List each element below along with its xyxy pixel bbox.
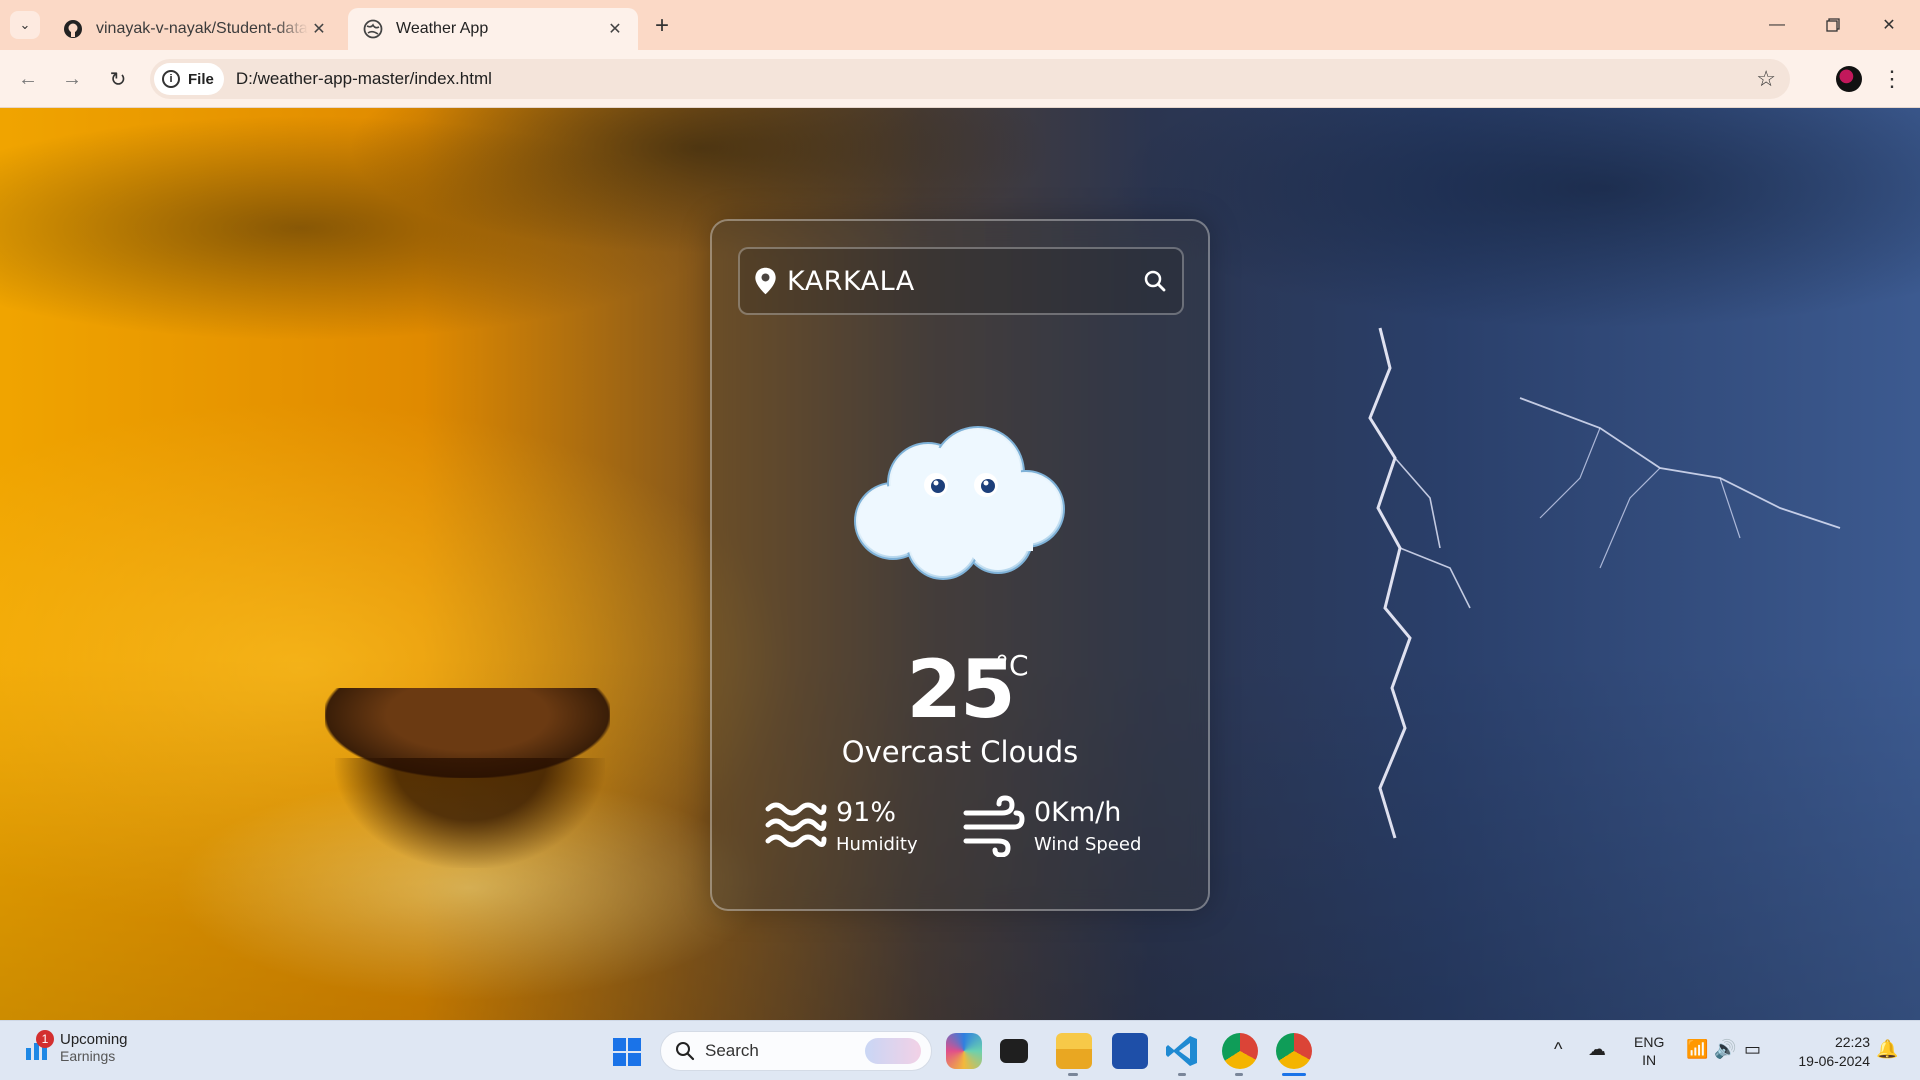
url-text[interactable]: D:/weather-app-master/index.html	[236, 69, 492, 89]
weather-card: 25 °C Overcast Clouds 91% Humidity	[710, 219, 1210, 911]
chevron-down-icon: ⌄	[19, 17, 31, 32]
browser-menu-button[interactable]: ⋮	[1880, 64, 1904, 94]
search-icon	[1145, 270, 1166, 292]
minimize-button[interactable]: —	[1754, 8, 1800, 42]
island-reflection	[335, 758, 605, 868]
notification-bell-icon[interactable]: 🔔	[1876, 1039, 1898, 1060]
tab-weather-app[interactable]: Weather App ✕	[348, 8, 638, 50]
windows-start-icon[interactable]	[612, 1037, 642, 1067]
restore-icon	[1826, 18, 1840, 32]
close-icon: ✕	[1882, 17, 1896, 34]
profile-avatar[interactable]	[1836, 66, 1862, 92]
github-icon	[62, 18, 84, 40]
onedrive-icon[interactable]: ☁	[1588, 1039, 1606, 1060]
stocks-chart-icon: 1	[24, 1029, 54, 1062]
minimize-icon: —	[1769, 16, 1785, 33]
temperature-display: 25 °C	[712, 643, 1208, 736]
widgets-button[interactable]: 1 Upcoming Earnings	[24, 1029, 128, 1064]
humidity-value: 91%	[836, 797, 897, 828]
close-icon[interactable]: ✕	[604, 18, 626, 40]
browser-tab-bar: ⌄ vinayak-v-nayak/Student-datab ✕ Weathe…	[0, 0, 1920, 50]
app-running-indicator	[1068, 1073, 1078, 1076]
wifi-icon[interactable]: 📶	[1686, 1039, 1708, 1060]
app-running-indicator	[1235, 1073, 1243, 1076]
widget-title: Upcoming	[60, 1031, 128, 1048]
wind-label: Wind Speed	[1034, 834, 1142, 855]
clock-time: 22:23	[1834, 1034, 1870, 1050]
location-search-box	[738, 247, 1184, 315]
file-explorer-icon[interactable]	[1056, 1033, 1092, 1069]
site-chip-label: File	[188, 70, 214, 88]
site-info-chip[interactable]: i File	[154, 63, 224, 95]
city-input[interactable]	[786, 265, 1129, 297]
widget-subtitle: Earnings	[60, 1048, 116, 1064]
tab-title: vinayak-v-nayak/Student-datab	[96, 20, 308, 37]
tab-github[interactable]: vinayak-v-nayak/Student-datab ✕	[48, 8, 342, 50]
chevron-up-icon[interactable]: ^	[1554, 1039, 1562, 1060]
volume-icon[interactable]: 🔊	[1714, 1039, 1736, 1060]
app-running-indicator	[1178, 1073, 1186, 1076]
close-window-button[interactable]: ✕	[1866, 8, 1912, 42]
reload-button[interactable]: ↻	[104, 65, 132, 93]
info-icon: i	[162, 70, 180, 88]
lightning-image	[1368, 327, 1841, 839]
humidity-waves-icon	[765, 802, 827, 848]
search-icon	[676, 1042, 695, 1061]
taskbar-search-placeholder: Search	[705, 1041, 759, 1060]
humidity-label: Humidity	[836, 834, 918, 855]
search-button[interactable]	[1129, 251, 1182, 311]
weather-page-background: 25 °C Overcast Clouds 91% Humidity	[0, 108, 1920, 1020]
region-code: IN	[1642, 1052, 1657, 1068]
copilot-app-icon[interactable]	[946, 1033, 982, 1069]
system-clock[interactable]: 22:23 19-06-2024	[1780, 1033, 1870, 1071]
battery-icon[interactable]: ▭	[1744, 1039, 1761, 1060]
arrow-left-icon: ←	[18, 67, 38, 90]
chrome-profile-icon[interactable]	[1222, 1033, 1258, 1069]
back-button[interactable]: ←	[14, 65, 42, 93]
address-bar[interactable]: i File D:/weather-app-master/index.html …	[150, 59, 1790, 99]
temperature-unit: °C	[995, 649, 1029, 682]
language-indicator[interactable]: ENG IN	[1634, 1033, 1664, 1069]
cloud-weather-icon	[854, 426, 1065, 580]
wind-icon	[963, 795, 1025, 857]
browser-toolbar: ← → ↻ i File D:/weather-app-master/index…	[0, 50, 1920, 108]
app-active-indicator	[1282, 1073, 1306, 1076]
vscode-icon[interactable]	[1164, 1033, 1200, 1069]
wind-value: 0Km/h	[1034, 797, 1122, 828]
restore-button[interactable]	[1810, 8, 1856, 42]
bookmark-star-icon[interactable]: ☆	[1756, 66, 1776, 92]
clock-date: 19-06-2024	[1798, 1053, 1870, 1069]
notification-badge: 1	[36, 1029, 54, 1048]
weather-description: Overcast Clouds	[841, 735, 1079, 769]
reload-icon: ↻	[109, 68, 127, 91]
taskbar-search-box[interactable]: Search	[660, 1031, 932, 1071]
arrow-right-icon: →	[62, 67, 82, 90]
globe-icon	[362, 18, 384, 40]
humidity-detail: 91% Humidity	[764, 795, 918, 857]
task-view-icon[interactable]	[1000, 1039, 1028, 1063]
close-icon[interactable]: ✕	[308, 18, 330, 40]
windows-taskbar: 1 Upcoming Earnings Search ^ ☁ ENG IN 📶 …	[0, 1020, 1920, 1080]
more-vertical-icon: ⋮	[1881, 66, 1903, 91]
location-pin-icon	[755, 267, 776, 295]
language-code: ENG	[1634, 1034, 1665, 1050]
wind-detail: 0Km/h Wind Speed	[962, 795, 1141, 857]
new-tab-button[interactable]: +	[648, 12, 676, 40]
search-highlight-icon	[865, 1038, 921, 1064]
tab-title: Weather App	[396, 20, 489, 37]
tab-search-button[interactable]: ⌄	[10, 11, 40, 39]
chrome-icon[interactable]	[1276, 1033, 1312, 1069]
forward-button[interactable]: →	[58, 65, 86, 93]
microsoft-store-icon[interactable]	[1112, 1033, 1148, 1069]
